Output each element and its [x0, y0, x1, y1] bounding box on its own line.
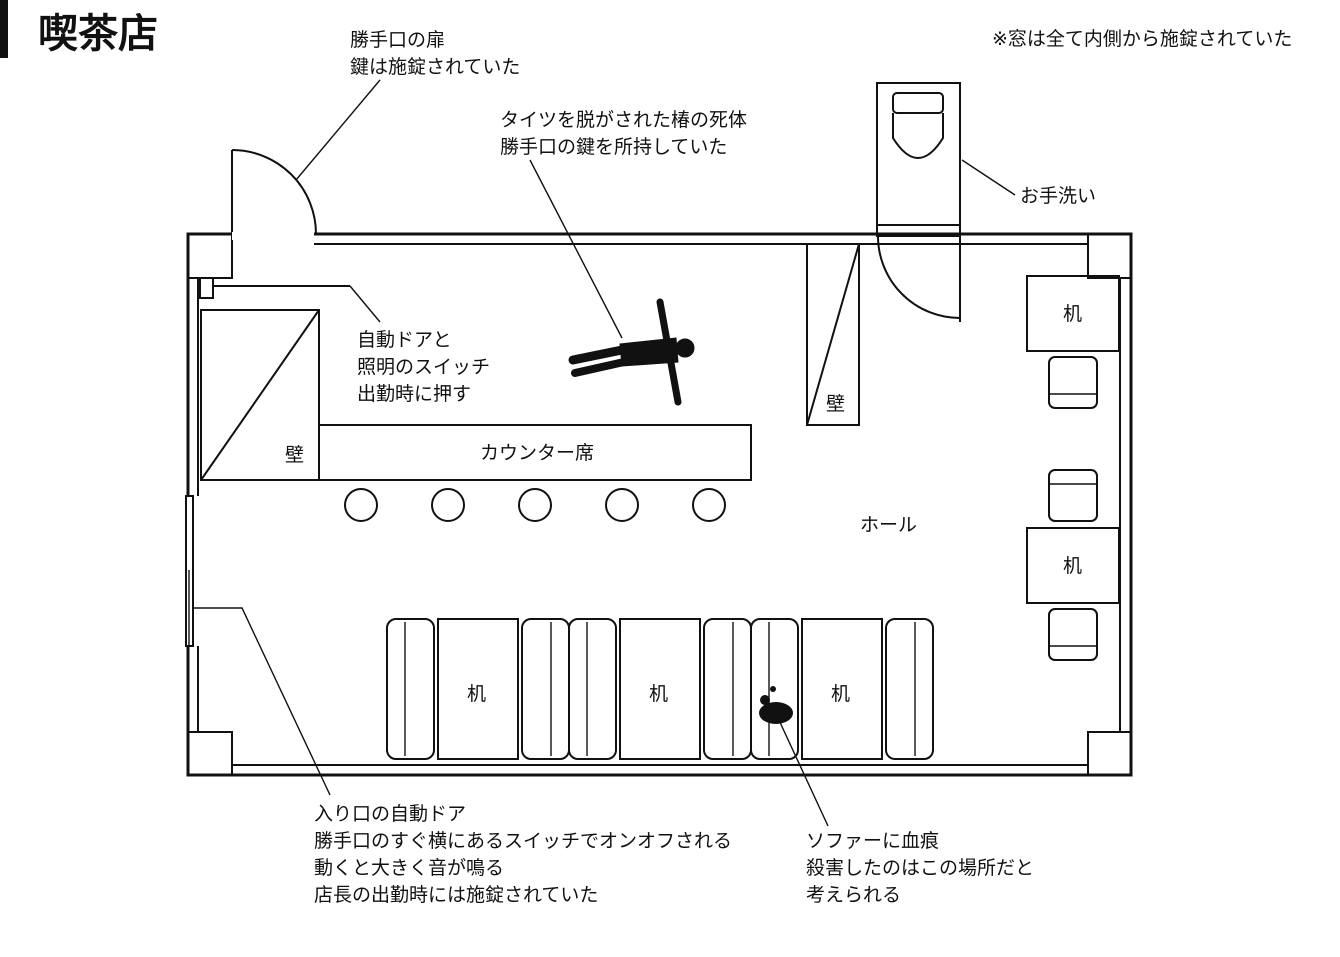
wall-left-label: 壁	[285, 444, 304, 466]
counter-label: カウンター席	[480, 442, 594, 464]
blood-label-3: 考えられる	[806, 884, 901, 906]
blood-label-1: ソファーに血痕	[806, 830, 939, 852]
right-seating	[1026, 275, 1120, 661]
leader-lines	[192, 79, 1016, 827]
stool	[692, 488, 726, 522]
sofa	[386, 618, 435, 760]
chair	[1048, 356, 1098, 409]
blood-label-2: 殺害したのはこの場所だと	[806, 857, 1034, 879]
stool	[605, 488, 639, 522]
body-label: タイツを脱がされた椿の死体	[500, 109, 747, 131]
floor-plan: 喫茶店 ※窓は全て内側から施錠されていた 勝手口の扉 鍵は施錠されていた タイツ…	[0, 0, 1292, 906]
entrance-label-4: 店長の出勤時には施錠されていた	[314, 884, 598, 906]
stool	[431, 488, 465, 522]
back-door-label: 勝手口の扉	[350, 29, 445, 51]
chair	[1048, 469, 1098, 522]
body-figure	[568, 298, 695, 406]
sofa	[521, 618, 570, 760]
back-door	[231, 149, 317, 240]
sofa	[885, 618, 934, 760]
entrance-label-3: 動くと大きく音が鳴る	[314, 857, 504, 879]
body-key-label: 勝手口の鍵を所持していた	[500, 136, 727, 158]
stool	[518, 488, 552, 522]
blood-stain	[759, 686, 793, 724]
booth-desk-label-3: 机	[831, 683, 850, 705]
sofa	[568, 618, 617, 760]
entrance-label-2: 勝手口のすぐ横にあるスイッチでオンオフされる	[314, 830, 732, 852]
switch-label-1: 自動ドアと	[357, 329, 452, 351]
chair	[1048, 608, 1098, 661]
entrance-label-1: 入り口の自動ドア	[314, 803, 466, 825]
washroom	[876, 82, 961, 322]
hall-label: ホール	[860, 514, 917, 536]
desk-label-2: 机	[1063, 555, 1082, 577]
desk-label-1: 机	[1063, 303, 1082, 325]
window-note: ※窓は全て内側から施錠されていた	[992, 28, 1292, 50]
switch-label-2: 照明のスイッチ	[357, 356, 490, 378]
back-door-lock-label: 鍵は施錠されていた	[350, 56, 520, 78]
entrance-door	[185, 495, 194, 647]
booth-desk-label-1: 机	[467, 683, 486, 705]
left-wall-block	[199, 277, 350, 481]
sofa	[703, 618, 752, 760]
title-accent-bar	[0, 0, 8, 58]
switch-label-3: 出勤時に押す	[357, 383, 471, 405]
wall-right-label: 壁	[826, 393, 845, 415]
counter-stools	[344, 488, 726, 522]
stool	[344, 488, 378, 522]
washroom-label: お手洗い	[1020, 185, 1096, 207]
page-title: 喫茶店	[38, 11, 158, 57]
booth-desk-label-2: 机	[649, 683, 668, 705]
